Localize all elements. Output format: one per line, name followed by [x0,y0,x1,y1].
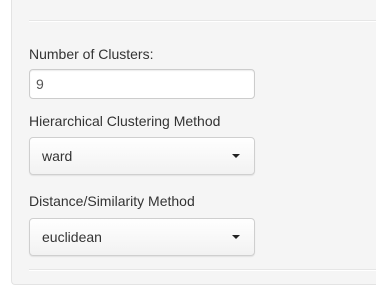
distance-method-value: euclidean [42,229,102,245]
hclust-method-select[interactable]: ward [29,137,255,175]
bottom-divider [29,269,376,271]
caret-down-icon [232,235,240,239]
caret-down-icon [232,154,240,158]
hclust-method-value: ward [42,148,73,164]
distance-method-select[interactable]: euclidean [29,218,255,256]
clusters-input[interactable] [29,69,255,99]
hclust-method-label: Hierarchical Clustering Method [29,113,221,129]
distance-method-label: Distance/Similarity Method [29,193,195,209]
top-divider [29,20,376,22]
sidebar-panel: Number of Clusters: Hierarchical Cluster… [11,0,376,285]
clusters-label: Number of Clusters: [29,46,154,62]
